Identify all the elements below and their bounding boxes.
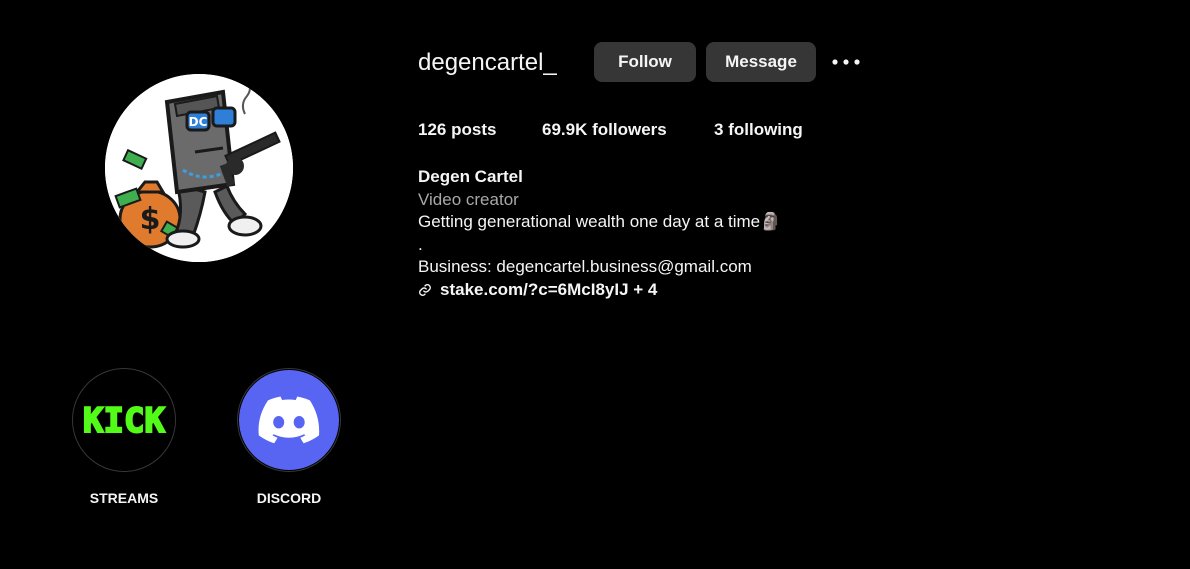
moai-mascot-avatar-icon: $ DC: [105, 74, 293, 262]
followers-count: 69.9K: [542, 120, 588, 139]
highlight-ring: KICK: [72, 368, 176, 472]
posts-count-stat: 126 posts: [418, 119, 496, 141]
profile-username: degencartel_: [418, 49, 557, 76]
followers-count-stat[interactable]: 69.9K followers: [542, 119, 667, 141]
profile-avatar[interactable]: $ DC: [105, 74, 293, 262]
profile-bio: Degen Cartel Video creator Getting gener…: [418, 166, 781, 301]
bio-link-text: stake.com/?c=6McI8yIJ + 4: [440, 279, 658, 299]
discord-logo-icon: [239, 370, 339, 470]
kick-logo-text: KICK: [83, 401, 165, 441]
profile-page: $ DC degencartel_ Follow Message 126 pos…: [0, 0, 1190, 569]
kick-logo-icon: KICK: [74, 370, 174, 470]
followers-label: followers: [592, 120, 667, 139]
link-icon: [419, 283, 431, 296]
posts-count: 126: [418, 120, 447, 139]
highlight-ring: [237, 368, 341, 472]
message-button[interactable]: Message: [706, 42, 816, 82]
following-count-stat[interactable]: 3 following: [714, 119, 803, 141]
svg-text:$: $: [140, 202, 161, 237]
bio-line: Getting generational wealth one day at a…: [418, 212, 782, 231]
posts-label: posts: [451, 120, 497, 139]
follow-button[interactable]: Follow: [594, 42, 696, 82]
highlight-streams[interactable]: KICK STREAMS: [70, 368, 178, 507]
following-count: 3: [714, 120, 724, 139]
highlight-discord[interactable]: DISCORD: [235, 368, 343, 507]
highlight-label: STREAMS: [89, 490, 159, 506]
bio-link[interactable]: stake.com/?c=6McI8yIJ + 4: [418, 279, 781, 302]
more-options-icon[interactable]: [830, 50, 862, 74]
bio-line: .: [418, 234, 423, 254]
highlight-label: DISCORD: [256, 490, 322, 506]
following-label: following: [728, 120, 803, 139]
avatar-logo-text: DC: [189, 115, 208, 129]
category-label: Video creator: [418, 189, 519, 209]
bio-business-email: Business: degencartel.business@gmail.com: [418, 257, 752, 276]
display-name: Degen Cartel: [418, 167, 523, 186]
